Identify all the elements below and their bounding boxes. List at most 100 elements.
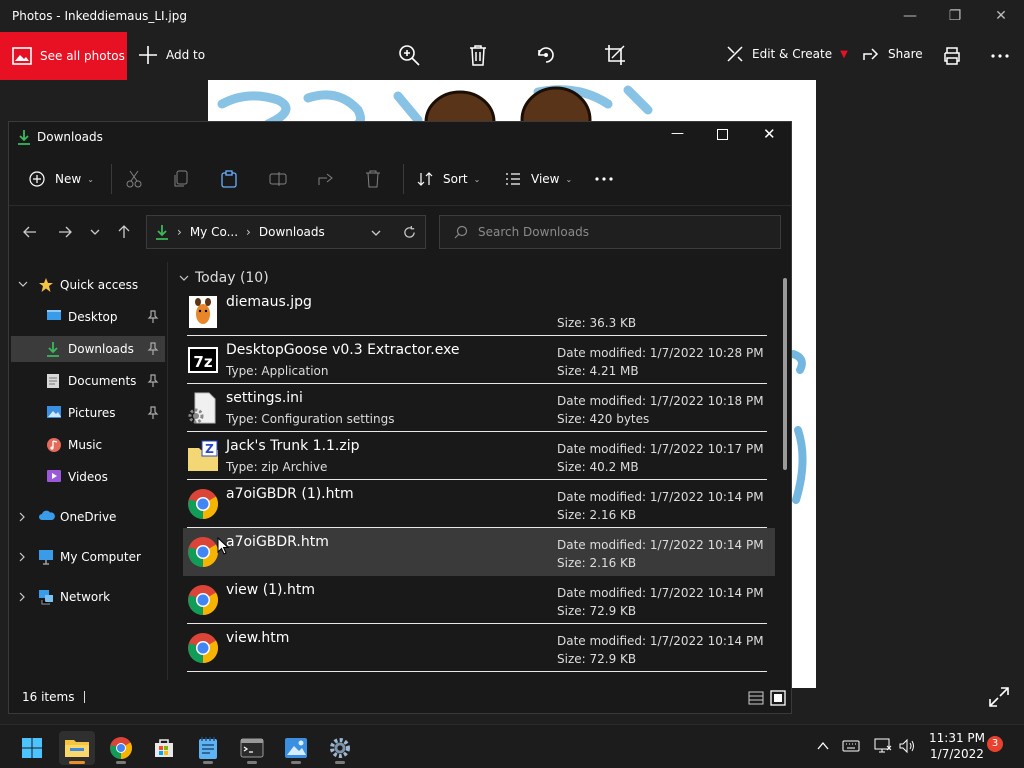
- forward-arrow-icon[interactable]: [58, 225, 72, 239]
- file-row[interactable]: a7oiGBDR (1).htm Date modified: 1/7/2022 …: [183, 480, 775, 528]
- cut-button[interactable]: [125, 152, 143, 206]
- taskbar-terminal[interactable]: [234, 731, 270, 765]
- add-to-button[interactable]: Add to: [138, 45, 205, 65]
- sidebar-item-documents[interactable]: Documents: [11, 368, 165, 394]
- print-icon[interactable]: [942, 46, 962, 66]
- svg-text:7z: 7z: [193, 353, 212, 371]
- pane-divider[interactable]: [167, 262, 168, 680]
- up-arrow-icon[interactable]: [117, 225, 131, 239]
- sidebar-item-music[interactable]: Music: [11, 432, 165, 458]
- copy-button[interactable]: [173, 152, 189, 206]
- delete-file-button[interactable]: [365, 152, 381, 206]
- taskbar-settings[interactable]: [322, 731, 358, 765]
- explorer-minimize-button[interactable]: —: [671, 126, 691, 141]
- edit-create-button[interactable]: Edit & Create ▼: [726, 45, 848, 63]
- breadcrumb-my-computer[interactable]: My Co...: [190, 225, 238, 239]
- start-button[interactable]: [14, 731, 50, 765]
- search-box[interactable]: Search Downloads: [439, 215, 781, 249]
- expand-icon[interactable]: [988, 686, 1010, 708]
- pin-icon: [147, 342, 159, 355]
- file-row[interactable]: a7oiGBDR.htm Date modified: 1/7/2022 10:1…: [183, 528, 775, 576]
- chevron-right-icon[interactable]: [18, 512, 26, 522]
- back-arrow-icon[interactable]: [23, 225, 37, 239]
- file-row[interactable]: Z Jack's Trunk 1.1.zip Type: zip Archive Da…: [183, 432, 775, 480]
- sidebar-item-my-computer[interactable]: My Computer: [11, 544, 165, 570]
- paste-button[interactable]: [221, 152, 237, 206]
- rotate-icon[interactable]: [535, 44, 557, 66]
- delete-icon[interactable]: [468, 44, 488, 66]
- tiles-view-icon[interactable]: [770, 690, 786, 706]
- svg-text:Z: Z: [205, 442, 214, 456]
- chevron-down-icon[interactable]: [18, 280, 28, 288]
- sidebar-item-onedrive[interactable]: OneDrive: [11, 504, 165, 530]
- sidebar-item-downloads[interactable]: Downloads: [11, 336, 165, 362]
- desktop-icon: [46, 309, 62, 323]
- pin-icon: [147, 374, 159, 387]
- photos-maximize-button[interactable]: ❐: [940, 6, 970, 26]
- terminal-icon: [240, 738, 264, 758]
- chrome-file-icon: [187, 488, 219, 520]
- see-more-button[interactable]: [595, 152, 613, 206]
- taskbar-photos[interactable]: [278, 731, 314, 765]
- share-button[interactable]: Share: [862, 45, 923, 63]
- sidebar-item-videos[interactable]: Videos: [11, 464, 165, 490]
- explorer-title: Downloads: [37, 130, 103, 144]
- sidebar-item-desktop[interactable]: Desktop: [11, 304, 165, 330]
- sort-button[interactable]: Sort ⌄: [417, 152, 480, 206]
- file-size: Size: 36.3 KB: [557, 316, 637, 330]
- address-history-chevron-icon[interactable]: [371, 229, 381, 237]
- chrome-file-icon: [187, 584, 219, 616]
- explorer-maximize-button[interactable]: [717, 129, 728, 140]
- notification-badge[interactable]: 3: [987, 736, 1003, 752]
- taskbar-store[interactable]: [146, 731, 182, 765]
- download-icon: [18, 130, 30, 145]
- file-name: a7oiGBDR (1).htm: [226, 486, 354, 502]
- explorer-close-button[interactable]: ✕: [763, 125, 776, 143]
- view-label: View: [531, 172, 560, 186]
- recent-locations-chevron-icon[interactable]: [90, 228, 100, 236]
- file-row[interactable]: 7z DesktopGoose v0.3 Extractor.exe Type: A…: [183, 336, 775, 384]
- new-button[interactable]: New ⌄: [29, 152, 94, 206]
- breadcrumb-downloads[interactable]: Downloads: [259, 225, 325, 239]
- group-header-today[interactable]: Today (10): [179, 270, 269, 286]
- taskbar-file-explorer[interactable]: [59, 731, 95, 765]
- file-row[interactable]: diemaus.jpg Size: 36.3 KB: [183, 288, 775, 336]
- download-icon: [46, 341, 60, 357]
- see-all-photos-button[interactable]: See all photos: [0, 32, 127, 80]
- show-hidden-icons-chevron-icon[interactable]: [816, 739, 830, 753]
- system-clock[interactable]: 11:31 PM 1/7/2022: [922, 730, 992, 762]
- vertical-scrollbar[interactable]: [783, 278, 787, 470]
- explorer-titlebar[interactable]: Downloads — ✕: [9, 122, 791, 152]
- file-row[interactable]: view.htm Date modified: 1/7/2022 10:14 PM…: [183, 624, 775, 672]
- photos-minimize-button[interactable]: —: [895, 6, 925, 26]
- file-row[interactable]: view (1).htm Date modified: 1/7/2022 10:1…: [183, 576, 775, 624]
- file-list: Today (10) diemaus.jpg Size: 36.3 KB 7z Des…: [175, 262, 785, 680]
- sidebar-item-network[interactable]: Network: [11, 584, 165, 610]
- mouse-cursor-icon: [217, 537, 229, 555]
- copy-icon: [174, 170, 188, 187]
- chevron-right-icon[interactable]: [18, 592, 26, 602]
- view-button[interactable]: View ⌄: [505, 152, 572, 206]
- keyboard-icon[interactable]: [842, 739, 860, 753]
- chevron-right-icon[interactable]: [18, 552, 26, 562]
- refresh-icon[interactable]: [403, 226, 416, 239]
- share-file-button[interactable]: [317, 152, 335, 206]
- file-row[interactable]: settings.ini Type: Configuration settings…: [183, 384, 775, 432]
- taskbar-chrome[interactable]: [103, 731, 139, 765]
- file-name: view.htm: [226, 630, 290, 646]
- sidebar-item-quick-access[interactable]: Quick access: [11, 272, 165, 298]
- address-bar[interactable]: › My Co... › Downloads: [146, 215, 426, 249]
- details-view-icon[interactable]: [748, 691, 764, 705]
- network-status-icon[interactable]: [874, 737, 892, 755]
- crop-icon[interactable]: [604, 44, 626, 66]
- volume-icon[interactable]: [898, 737, 916, 755]
- photos-close-button[interactable]: ✕: [986, 6, 1016, 26]
- taskbar-notepad[interactable]: [190, 731, 226, 765]
- search-input[interactable]: Search Downloads: [478, 225, 589, 239]
- add-to-label: Add to: [166, 48, 206, 62]
- zoom-in-icon[interactable]: [398, 44, 420, 66]
- sidebar-item-pictures[interactable]: Pictures: [11, 400, 165, 426]
- rename-button[interactable]: [269, 152, 287, 206]
- file-size: Size: 420 bytes: [557, 412, 650, 426]
- more-options-icon[interactable]: [990, 53, 1010, 59]
